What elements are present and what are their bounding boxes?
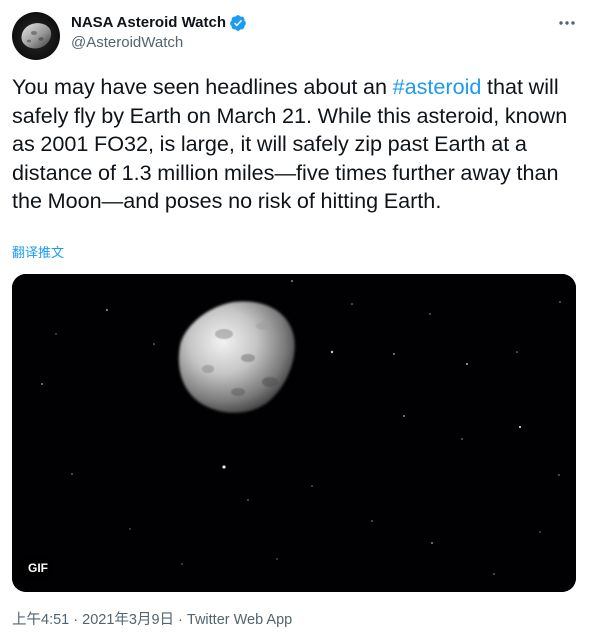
tweet-text: You may have seen headlines about an #as… (12, 73, 580, 216)
asteroid-gif-image (12, 274, 576, 592)
asteroid-avatar-icon (12, 12, 60, 60)
tweet-media-gif[interactable]: GIF (12, 274, 576, 592)
tweet-date[interactable]: 2021年3月9日 (82, 612, 174, 628)
translate-tweet-link[interactable]: 翻译推文 (12, 245, 64, 261)
tweet-metadata: 上午4:51 · 2021年3月9日 · Twitter Web App (12, 610, 292, 630)
avatar[interactable] (12, 12, 60, 60)
tweet-time[interactable]: 上午4:51 (12, 612, 69, 628)
tweet-card: NASA Asteroid Watch @AsteroidWatch You m… (0, 0, 589, 636)
verified-badge-icon (229, 14, 247, 32)
author-name-row: NASA Asteroid Watch (71, 13, 247, 33)
meta-separator: · (69, 612, 83, 628)
hashtag-link[interactable]: #asteroid (393, 74, 482, 99)
tweet-source[interactable]: Twitter Web App (187, 612, 292, 628)
author-name[interactable]: NASA Asteroid Watch (71, 13, 226, 33)
meta-separator: · (174, 612, 187, 628)
tweet-text-before: You may have seen headlines about an (12, 74, 393, 99)
author-handle[interactable]: @AsteroidWatch (71, 33, 183, 53)
gif-badge: GIF (22, 557, 54, 579)
more-options-icon[interactable] (556, 14, 578, 32)
